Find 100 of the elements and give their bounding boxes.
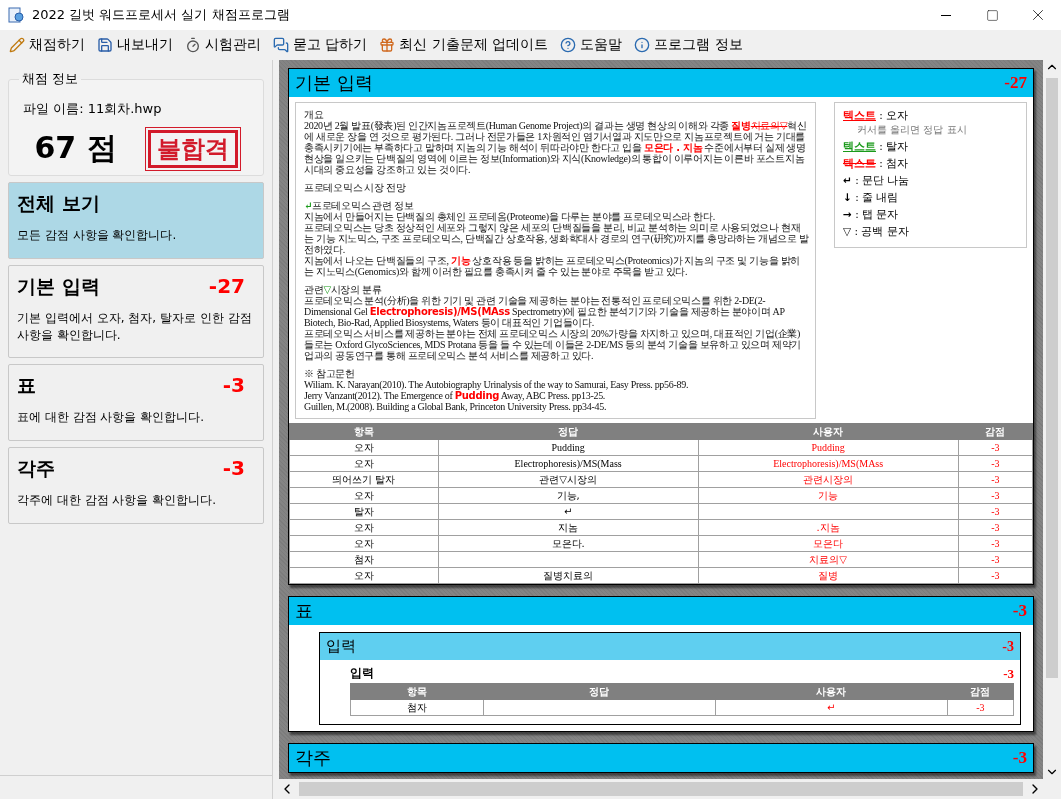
table-cell: 오자 (289, 567, 439, 584)
deduction: -3 (1002, 638, 1014, 655)
legend-item: ↓ : 줄 내림 (843, 191, 900, 205)
table-cell: -3 (958, 535, 1033, 552)
document-paragraph: Jerry Vanzant(2012). The Emergence of Pudding Away, ABC Press. pp13-25. (304, 390, 607, 401)
column-header: 감점 (958, 423, 1033, 440)
deduction: -27 (1004, 73, 1027, 93)
minimize-icon (941, 14, 951, 16)
table-cell: 오자 (289, 455, 439, 472)
deduction: -3 (1012, 748, 1027, 768)
deduction: -3 (1003, 665, 1014, 682)
toolbar-button[interactable]: 채점하기 (6, 34, 88, 56)
info-icon (634, 37, 651, 53)
card-title: 전체 보기 (17, 191, 100, 216)
document-paragraph: 관련▽시장의 분류 (304, 283, 383, 295)
gift-icon (379, 37, 396, 53)
app-icon (8, 7, 24, 23)
legend-item: ▽ : 공백 문자 (843, 225, 910, 239)
table-cell: -3 (947, 699, 1014, 716)
table-cell: 기능 (698, 487, 959, 504)
window-title: 2022 길벗 워드프로세서 실기 채점프로그램 (32, 6, 291, 24)
table-cell: 탈자 (289, 503, 439, 520)
table-cell: Electrophoresis)/MS(Mass (438, 455, 699, 472)
card-title: 표 (17, 373, 36, 399)
subsection-title: 입력 (326, 637, 356, 656)
document-paragraph: 지놈에서 나오는 단백질들의 구조, 기능 상호작용 등을 밝히는 프로테오믹스(Proteomics)가 지놈의 구조 및 기능을 밝히는 지노믹스(Genomics)와 함께 이러한 필요를 충족시켜 줄 수 있는 분야로 주목을 받고 있다. (304, 255, 801, 277)
column-header: 사용자 (715, 683, 948, 700)
maximize-icon (985, 8, 999, 22)
table-cell: Electrophoresis)/MS(MAss (698, 455, 959, 472)
table-cell: 오자 (289, 519, 439, 536)
category-card[interactable]: 표 -3 표에 대한 감점 사항을 확인합니다. (8, 364, 264, 442)
score: 67 점 (34, 129, 117, 167)
category-card[interactable]: 각주 -3 각주에 대한 감점 사항을 확인합니다. (8, 447, 264, 524)
card-description: 표에 대한 감점 사항을 확인합니다. (17, 409, 206, 427)
toolbar-button[interactable]: 도움말 (557, 34, 626, 56)
table-cell: -3 (958, 551, 1033, 568)
table-cell: -3 (958, 439, 1033, 456)
table-cell: 띄어쓰기 탈자 (289, 471, 439, 488)
document-paragraph: 프로테오믹스는 당초 정상적인 세포와 그렇지 않은 세포의 단백질들을 분리, 비교 분석하는 의미로 사용되었으나 현재는 기능 지노믹스, 구조 프로테오믹스, 단백질간 상호작용, 생화학대사 경로의 연구(硏究)까지를 총망라하는 개념으로 발전하였다. (304, 222, 809, 255)
toolbar-button[interactable]: 최신 기출문제 업데이트 (376, 34, 552, 56)
file-name: 파일 이름: 11회차.hwp (23, 100, 163, 118)
card-title: 각주 (17, 456, 55, 482)
table-cell: 지놈 (438, 519, 699, 536)
table-cell: 기능, (438, 487, 699, 504)
table-cell: 관련시장의 (698, 471, 959, 488)
table-cell: 관련▽시장의 (438, 471, 699, 488)
table-cell: 오자 (289, 487, 439, 504)
deduction: -3 (1012, 601, 1027, 621)
deduction: -3 (222, 373, 245, 398)
table-cell: 첨자 (289, 551, 439, 568)
toolbar-button[interactable]: 묻고 답하기 (270, 34, 371, 56)
document-paragraph: ※ 참고문헌 (304, 367, 356, 379)
table-cell: ↵ (715, 699, 948, 716)
table-cell: -3 (958, 455, 1033, 472)
legend-item: 텍스트 : 첨자 (843, 157, 910, 171)
toolbar-button[interactable]: 시험관리 (182, 34, 264, 56)
group-title: 입력 (350, 665, 374, 682)
table-cell: 오자 (289, 439, 439, 456)
toolbar-button[interactable]: 내보내기 (94, 34, 176, 56)
document-paragraph: 개요 (304, 109, 325, 120)
table-cell: 오자 (289, 535, 439, 552)
column-header: 사용자 (698, 423, 959, 440)
table-cell: -3 (958, 519, 1033, 536)
table-cell: 모은다 (698, 535, 959, 552)
section-title: 각주 (295, 746, 331, 770)
table-cell: 첨자 (350, 699, 484, 716)
legend-item: → : 탭 문자 (843, 208, 900, 222)
document-paragraph: 프로테오믹스 서비스를 제공하는 분야는 전체 프로테오믹스 시장의 20%가량을 차지하고 있으며, 대표적인 기업(企業)들로는 Oxford GlycoSciences, MDS Protana 등을 들 수 있는데 이들은 2-DE/MS 등의 분석 기술을 보유하고 있으며 제약기업과의 공동연구를 통해 프로테오믹스 분석 서비스를 제공하고 있다. (304, 328, 803, 361)
document-paragraph: 프로테오믹스 분석(分析)을 위한 기기 및 관련 기술을 제공하는 분야는 전통적인 프로테오믹스를 위한 2-DE(2-Dimensional Gel Electrophoresis)/MS(MAss Spectrometry)에 필요한 분석기기와 기술을 제공하는 분야이며 AP Biotech, Bio-Rad, Applied Biosystems, Waters 등이 대표적인 기업들이다. (304, 295, 785, 328)
column-header: 항목 (289, 423, 439, 440)
pencil-icon (9, 37, 25, 53)
column-header: 감점 (947, 683, 1014, 700)
category-card[interactable]: 기본 입력 -27 기본 입력에서 오자, 첨자, 탈자로 인한 감점 사항을 확인합니다. (8, 264, 264, 359)
category-card[interactable]: 전체 보기 모든 감점 사항을 확인합니다. (8, 182, 264, 259)
table-cell: Pudding (438, 439, 699, 456)
document-paragraph: 프로테오믹스 시장 전망 (304, 181, 407, 193)
deduction: -3 (222, 456, 245, 481)
card-description: 모든 감점 사항을 확인합니다. (17, 227, 178, 244)
table-cell: -3 (958, 487, 1033, 504)
document-paragraph: 2020년 2월 발표(發表)된 인간지놈프로젝트(Human Genome Project)의 결과는 생명 현상의 이해와 각종 질병치료의▽혁신에 새로운 장을 연 것으로 평가된다. 그러나 전문가들은 1차원적인 염기서열과 지도만으로 지놈프로젝트에 거는 기대를 충족시키기에는 부족하다고 말하며 지놈의 기능 해석이 뒤따라야만 한다고 입을 모은다 . 지놈 수준에서부터 실제 생명현상을 일으키는 단백질의 영역에 이르는 정보(Information)와 지식(Knowledge)의 통합이 이루어지는 이른바 포스트지놈 시대의 중요성을 강조하고 있는 것이다. (304, 120, 808, 175)
legend-item: 텍스트 : 탈자 (843, 140, 910, 154)
deduction: -27 (208, 273, 245, 298)
toolbar-button[interactable]: 프로그램 정보 (631, 34, 746, 56)
table-cell: Pudding (698, 439, 959, 456)
section-title: 표 (295, 599, 313, 623)
table-cell: 질병 (698, 567, 959, 584)
document-paragraph: ↵프로테오믹스 관련 정보 (304, 199, 415, 211)
document-paragraph: 지놈에서 만들어지는 단백질의 총체인 프로테옴(Proteome)을 다루는 분야를 프로테오믹스라 한다. (304, 211, 715, 222)
table-cell: 치료의▽ (698, 551, 959, 568)
result-stamp: 불합격 (147, 129, 238, 168)
table-cell: 질병치료의 (438, 567, 699, 584)
group-title: 채점 정보 (21, 70, 80, 88)
card-description: 각주에 대한 감점 사항을 확인합니다. (17, 492, 218, 509)
column-header: 항목 (350, 683, 484, 700)
section-title: 기본 입력 (295, 71, 373, 95)
card-title: 기본 입력 (17, 273, 100, 299)
column-header: 정답 (483, 683, 716, 700)
document-paragraph: Wiliam. K. Narayan(2010). The Autobiography Urinalysis of the way to Samurai, Easy Press. pp56-89. (304, 379, 690, 390)
table-cell: -3 (958, 567, 1033, 584)
table-cell: -3 (958, 503, 1033, 520)
